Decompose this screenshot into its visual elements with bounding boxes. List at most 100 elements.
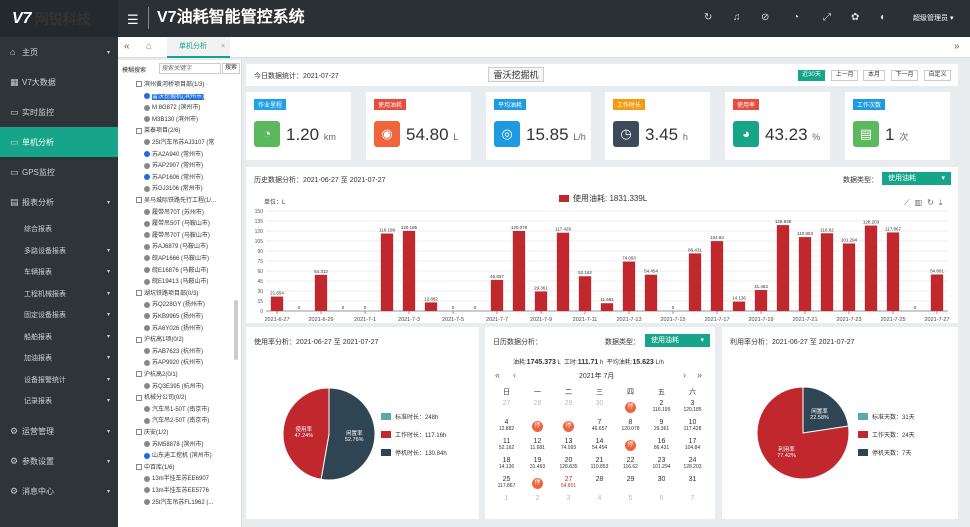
calendar-day[interactable]: 4 [584, 495, 615, 514]
sidebar-subitem-5[interactable]: 船舶报表 ▾ [0, 329, 118, 346]
tree-group[interactable]: 湖坑铁路项目部(0/3) [136, 290, 198, 299]
tree-node[interactable]: 苏GJ3106 (常州市) [144, 185, 203, 194]
calendar-day[interactable]: 7 46.657 [584, 419, 615, 438]
range-button-4[interactable]: 自定义 [924, 70, 951, 81]
sidebar-item-4[interactable]: ▭ GPS监控 [0, 157, 118, 187]
calendar-day[interactable]: 24 128.203 [677, 457, 708, 476]
calendar-day[interactable]: 3 120.185 [677, 400, 708, 419]
calendar-day[interactable]: 10 117.428 [677, 419, 708, 438]
bar[interactable] [886, 232, 900, 311]
sidebar-bottom-item-2[interactable]: ⚙ 消息中心 ▾ [0, 476, 118, 506]
calendar-day[interactable]: 停 [522, 476, 553, 495]
user-menu[interactable]: 超级管理员 ▾ [913, 13, 953, 23]
tree-node[interactable]: 苏AP1606 (常州市) [144, 174, 203, 183]
sidebar-subitem-4[interactable]: 固定设备报表 ▾ [0, 307, 118, 324]
calendar-day[interactable]: 31 [677, 476, 708, 495]
calendar-day[interactable]: 11 52.162 [491, 438, 522, 457]
calendar-day[interactable]: 9 29.361 [646, 419, 677, 438]
bar[interactable] [490, 279, 504, 311]
calendar-day[interactable]: 停 [615, 400, 646, 419]
fullscreen-icon[interactable]: ⤢ [823, 12, 831, 23]
tree-node[interactable]: 履带吊50T (马鞍山市) [144, 220, 210, 229]
prev-year-icon[interactable]: « [495, 370, 500, 380]
calendar-day[interactable]: 27 [491, 400, 522, 419]
bar[interactable] [270, 296, 284, 311]
bar[interactable] [710, 241, 724, 311]
calendar-day[interactable]: 29 [615, 476, 646, 495]
tree-node[interactable]: 苏M58878 (滨州市) [144, 441, 203, 450]
bar[interactable] [798, 237, 812, 311]
tree-node[interactable]: 雷沃挖掘机(滨州市) [144, 93, 204, 102]
bar[interactable] [512, 230, 526, 311]
bar[interactable] [688, 253, 702, 311]
sidebar-subitem-3[interactable]: 工程机械报表 ▾ [0, 286, 118, 303]
tree-group[interactable]: 沪杭高1项(0/2) [136, 336, 184, 345]
tree-node[interactable]: M 8G872 (滨州市) [144, 104, 200, 113]
scroll-left-icon[interactable]: « [124, 41, 130, 52]
bar[interactable] [402, 230, 416, 311]
sidebar-item-0[interactable]: ⌂ 主页 ▾ [0, 37, 118, 67]
refresh-icon[interactable]: ↻ [704, 12, 712, 23]
calendar-day[interactable]: 6 [646, 495, 677, 514]
calendar-day[interactable]: 19 31.463 [522, 457, 553, 476]
tree-group[interactable]: 机械分公司(0/2) [136, 394, 186, 403]
calendar-day[interactable]: 7 [677, 495, 708, 514]
sidebar-subitem-2[interactable]: 车辆报表 ▾ [0, 264, 118, 281]
data-type-select[interactable]: 使用油耗 ▾ [882, 172, 951, 185]
menu-toggle-icon[interactable]: ☰ [127, 12, 139, 28]
range-button-0[interactable]: 近30天 [798, 70, 825, 81]
calendar-day[interactable]: 13 74.093 [553, 438, 584, 457]
tree-node[interactable]: 皖E19413 (马鞍山市) [144, 278, 208, 287]
next-month-icon[interactable]: › [683, 370, 686, 380]
calendar-day[interactable]: 18 14.136 [491, 457, 522, 476]
tree-node[interactable]: 苏A6Y026 (扬州市) [144, 325, 203, 334]
bell-icon[interactable]: ♫ [733, 12, 741, 23]
sidebar-item-1[interactable]: ▦ V7大数据 [0, 67, 118, 97]
sidebar-item-5[interactable]: ▤ 报表分析 ▾ [0, 187, 118, 217]
bar[interactable] [776, 225, 790, 311]
bar[interactable] [622, 261, 636, 311]
calendar-day[interactable]: 30 [646, 476, 677, 495]
calendar-day[interactable]: 3 [553, 495, 584, 514]
tree-node[interactable]: 25t汽车吊苏FL1962 (... [144, 499, 213, 508]
tree-node[interactable]: 苏KB9965 (扬州市) [144, 313, 203, 322]
tree-node[interactable]: 苏AP2907 (常州市) [144, 162, 203, 171]
calendar-day[interactable]: 20 128.835 [553, 457, 584, 476]
block-icon[interactable]: ⊘ [761, 12, 769, 23]
sidebar-bottom-item-1[interactable]: ⚙ 参数设置 ▾ [0, 446, 118, 476]
tree-node[interactable]: 13m半挂车苏EE6907 [144, 475, 209, 484]
calendar-type-select[interactable]: 使用油耗 ▾ [645, 334, 710, 347]
bar[interactable] [820, 233, 834, 311]
prev-month-icon[interactable]: ‹ [513, 370, 516, 380]
tree-node[interactable]: 汽车吊2-50T (南京市) [144, 417, 209, 426]
bar[interactable] [314, 274, 328, 311]
tree-group[interactable]: 中百库(1/6) [136, 464, 174, 473]
tree-node[interactable]: 苏AP9920 (杭州市) [144, 359, 203, 368]
bar[interactable] [930, 274, 944, 311]
tree-search-button[interactable]: 搜索 [222, 63, 240, 74]
calendar-day[interactable]: 2 [522, 495, 553, 514]
bar[interactable] [534, 291, 548, 311]
tree-scrollbar[interactable] [234, 300, 238, 360]
close-tab-icon[interactable]: × [221, 43, 225, 50]
tree-group[interactable]: 莱泰项目(2/6) [136, 127, 180, 136]
tab-single-analysis[interactable]: 单机分析 × [167, 37, 230, 58]
sidebar-subitem-0[interactable]: 综合报表 [0, 221, 118, 238]
bar[interactable] [864, 225, 878, 311]
bar[interactable] [424, 302, 438, 311]
calendar-day[interactable]: 停 [553, 419, 584, 438]
next-year-icon[interactable]: » [697, 370, 702, 380]
bar[interactable] [556, 232, 570, 311]
calendar-day[interactable]: 17 104.84 [677, 438, 708, 457]
tree-node[interactable]: 履带吊70T (苏州市) [144, 209, 204, 218]
tree-node[interactable]: 苏A2A940 (常州市) [144, 151, 203, 160]
calendar-day[interactable]: 28 [584, 476, 615, 495]
sidebar-subitem-6[interactable]: 加油报表 ▾ [0, 350, 118, 367]
calendar-day[interactable]: 23 101.294 [646, 457, 677, 476]
tree-node[interactable]: 汽车吊1-50T (南京市) [144, 406, 209, 415]
sidebar-subitem-8[interactable]: 记录报表 ▾ [0, 393, 118, 410]
tree-node[interactable]: 苏Q228GY (扬州市) [144, 301, 205, 310]
calendar-day[interactable]: 27 54.801 [553, 476, 584, 495]
tree-node[interactable]: 苏AB7623 (杭州市) [144, 348, 203, 357]
calendar-day[interactable]: 25 117.867 [491, 476, 522, 495]
